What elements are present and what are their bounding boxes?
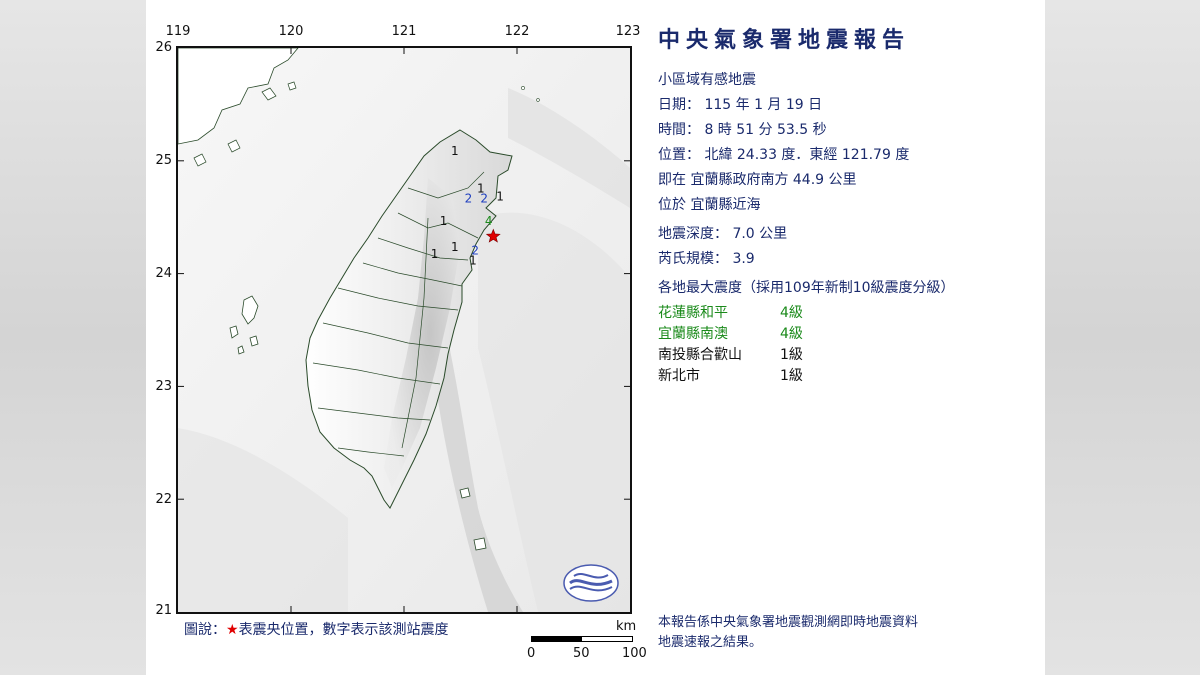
- left-backdrop: [0, 0, 146, 675]
- station-intensity-label: 1: [440, 214, 448, 228]
- station-intensity-label: 1: [451, 144, 459, 158]
- report-category: 小區域有感地震: [658, 72, 756, 88]
- lon-tick-123: 123: [615, 24, 641, 39]
- station-intensity-label: 1: [431, 247, 439, 261]
- lon-tick-119: 119: [165, 24, 191, 39]
- time-value: 8 時 51 分 53.5 秒: [704, 122, 827, 138]
- intensity-level: 1級: [780, 347, 803, 363]
- footnote-line-2: 地震速報之結果。: [658, 635, 763, 650]
- intensity-row: 宜蘭縣南澳 4級: [658, 324, 1038, 345]
- depth-value: 7.0 公里: [732, 226, 788, 242]
- map-panel: 11122411211: [176, 46, 632, 614]
- location-row: 位置： 北緯 24.33 度．東經 121.79 度: [658, 143, 1038, 168]
- map-canvas: 1112 2411 21 1: [178, 48, 630, 612]
- earthquake-report: 119 120 121 122 123 26 25 24 23 22 21 1 …: [146, 0, 1045, 675]
- intensity-row: 新北市 1級: [658, 366, 1038, 387]
- scale-tick-100: 100: [622, 646, 647, 661]
- time-label: 時間：: [658, 122, 700, 138]
- lat-tick-22: 22: [155, 492, 172, 507]
- station-intensity-label: 1: [496, 189, 504, 203]
- depth-label: 地震深度：: [658, 226, 728, 242]
- intensity-row: 南投縣合歡山 1級: [658, 345, 1038, 366]
- lat-tick-23: 23: [155, 379, 172, 394]
- lat-tick-21: 21: [155, 603, 172, 618]
- report-info: 中央氣象署地震報告 小區域有感地震 日期： 115 年 1 月 19 日 時間：…: [658, 22, 1038, 387]
- scale-bar: km 0 50 100: [527, 618, 647, 668]
- lat-tick-26: 26: [155, 40, 172, 55]
- date-row: 日期： 115 年 1 月 19 日: [658, 93, 1038, 118]
- lon-tick-120: 120: [278, 24, 304, 39]
- location-label: 位置：: [658, 147, 700, 163]
- magnitude-row: 芮氏規模： 3.9: [658, 247, 1038, 272]
- station-intensity-label: 4: [485, 214, 493, 228]
- intensity-location: 南投縣合歡山: [658, 347, 742, 363]
- scale-segment-light: [582, 637, 632, 641]
- report-title: 中央氣象署地震報告: [658, 28, 911, 53]
- scale-unit: km: [616, 619, 637, 634]
- station-intensity-label: 2: [465, 192, 473, 206]
- lat-tick-24: 24: [155, 266, 172, 281]
- legend-text: 表震央位置，數字表示該測站震度: [238, 622, 449, 638]
- station-intensity-label: 2: [480, 192, 488, 206]
- intensity-level: 4級: [780, 326, 803, 342]
- scale-tick-50: 50: [573, 646, 590, 661]
- date-label: 日期：: [658, 97, 700, 113]
- map-legend: 圖說：★表震央位置，數字表示該測站震度: [184, 619, 449, 639]
- intensity-level: 1級: [780, 368, 803, 384]
- scale-tick-0: 0: [527, 646, 536, 661]
- intensity-header: 各地最大震度（採用109年新制10級震度分級）: [658, 280, 955, 296]
- region-line: 位於 宜蘭縣近海: [658, 197, 761, 213]
- depth-row: 地震深度： 7.0 公里: [658, 222, 1038, 247]
- intensity-location: 宜蘭縣南澳: [658, 326, 728, 342]
- station-intensity-label: 1: [451, 240, 459, 254]
- intensity-location: 新北市: [658, 368, 700, 384]
- intensity-level: 4級: [780, 305, 803, 321]
- scale-bar-graphic: [531, 636, 633, 642]
- intensity-row: 花蓮縣和平 4級: [658, 303, 1038, 324]
- lon-tick-122: 122: [504, 24, 530, 39]
- intensity-location: 花蓮縣和平: [658, 305, 728, 321]
- epicenter-star-icon: ★: [226, 622, 239, 638]
- time-row: 時間： 8 時 51 分 53.5 秒: [658, 118, 1038, 143]
- relative-location: 即在 宜蘭縣政府南方 44.9 公里: [658, 172, 857, 188]
- lon-tick-121: 121: [391, 24, 417, 39]
- station-intensity-label: 1: [469, 254, 477, 268]
- footnote-line-1: 本報告係中央氣象署地震觀測網即時地震資料: [658, 615, 919, 630]
- intensity-table: 花蓮縣和平 4級 宜蘭縣南澳 4級 南投縣合歡山 1級 新北市 1級: [658, 303, 1038, 387]
- legend-label: 圖說：: [184, 622, 226, 638]
- magnitude-label: 芮氏規模：: [658, 251, 728, 267]
- right-backdrop: [1045, 0, 1200, 675]
- cwa-logo-icon: [563, 564, 619, 602]
- date-value: 115 年 1 月 19 日: [704, 97, 823, 113]
- magnitude-value: 3.9: [732, 251, 755, 267]
- location-value: 北緯 24.33 度．東經 121.79 度: [704, 147, 910, 163]
- scale-segment-dark: [532, 637, 582, 641]
- lat-tick-25: 25: [155, 153, 172, 168]
- report-footnote: 本報告係中央氣象署地震觀測網即時地震資料 地震速報之結果。: [658, 613, 918, 653]
